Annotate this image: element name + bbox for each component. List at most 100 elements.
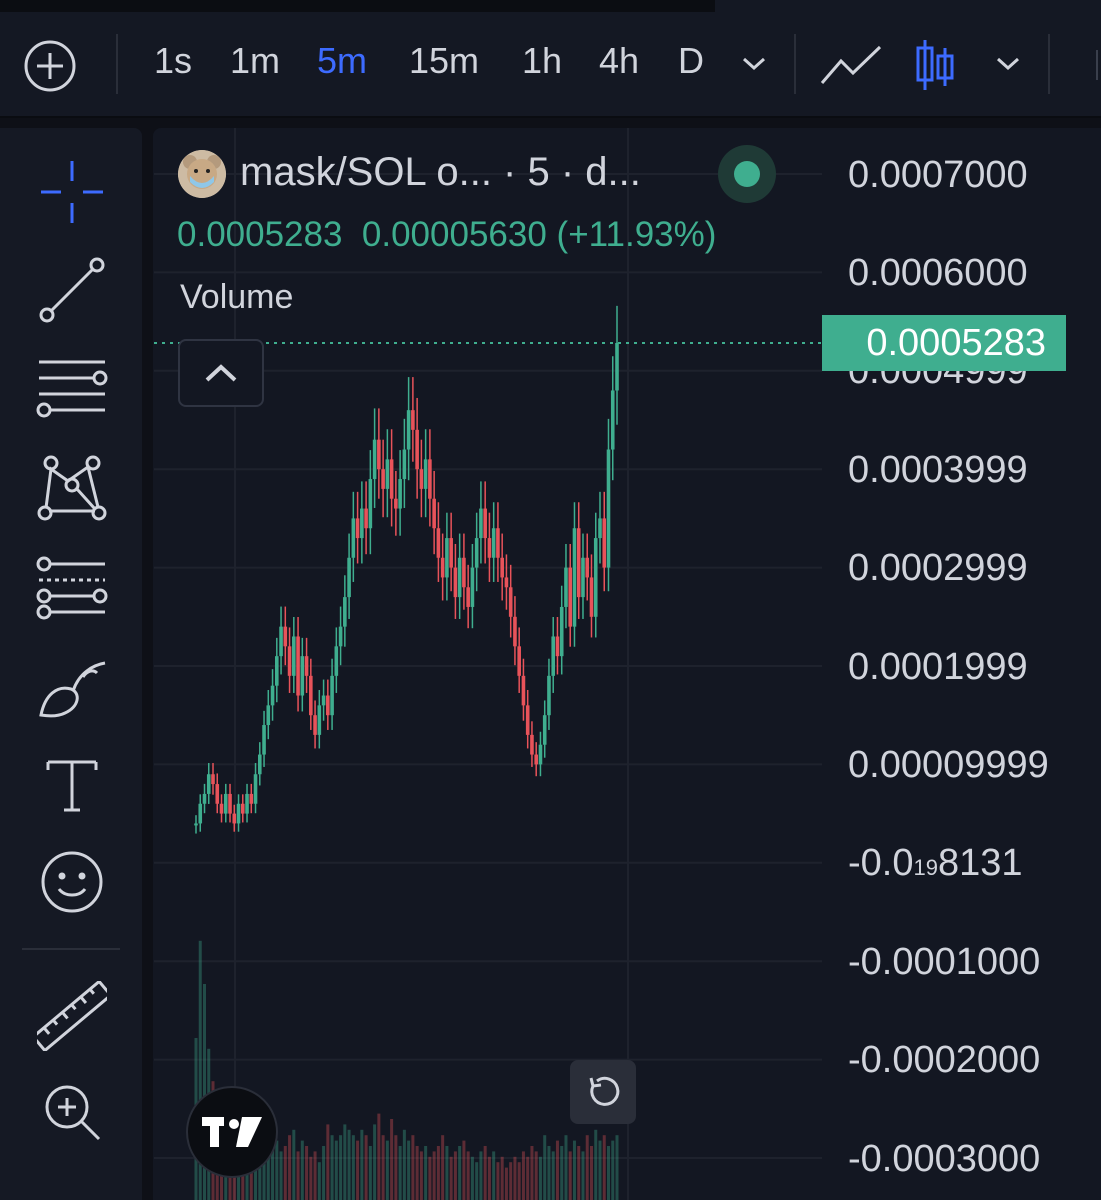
volume-bar bbox=[424, 1146, 428, 1200]
candle-body bbox=[593, 538, 598, 617]
candle-body bbox=[317, 705, 322, 735]
candle-body bbox=[445, 538, 449, 578]
volume-bar bbox=[445, 1146, 449, 1200]
candle-body bbox=[602, 518, 607, 568]
volume-bar bbox=[334, 1140, 338, 1200]
market-status-indicator[interactable] bbox=[718, 145, 776, 203]
candle-body bbox=[559, 606, 564, 657]
volume-bar bbox=[326, 1124, 330, 1200]
candle-body bbox=[296, 636, 300, 696]
candle-body bbox=[389, 459, 394, 499]
candle-body bbox=[568, 567, 573, 627]
candle-body bbox=[274, 656, 279, 686]
candle-body bbox=[551, 636, 556, 676]
symbol-title[interactable]: mask/SOL o... · 5 · d... bbox=[240, 150, 641, 195]
volume-bar bbox=[470, 1156, 474, 1200]
price-axis-label: -0.0003000 bbox=[848, 1138, 1041, 1180]
candle-body bbox=[581, 557, 585, 598]
axis-label-prefix: -0.0 bbox=[848, 842, 914, 884]
volume-bar bbox=[317, 1162, 321, 1200]
token-avatar bbox=[178, 150, 226, 198]
candle-body bbox=[194, 823, 198, 826]
candle-body bbox=[547, 675, 551, 716]
volume-bar bbox=[577, 1146, 581, 1200]
volume-bar bbox=[275, 1140, 279, 1200]
candle-body bbox=[334, 646, 339, 676]
collapse-legend-button[interactable] bbox=[178, 339, 264, 407]
candle-body bbox=[398, 479, 402, 509]
candle-body bbox=[300, 656, 305, 696]
volume-bar bbox=[513, 1156, 517, 1200]
candle-body bbox=[598, 518, 602, 539]
volume-bar bbox=[296, 1151, 300, 1200]
candle-body bbox=[436, 528, 441, 558]
volume-bar bbox=[385, 1140, 389, 1200]
candle-body bbox=[517, 646, 521, 676]
volume-bar bbox=[283, 1146, 287, 1200]
volume-bar bbox=[611, 1140, 615, 1200]
volume-bar bbox=[475, 1162, 479, 1200]
candle-body bbox=[326, 695, 330, 716]
candle-body bbox=[240, 803, 245, 814]
candle-body bbox=[406, 410, 411, 450]
volume-bar bbox=[305, 1146, 309, 1200]
volume-bar bbox=[530, 1146, 534, 1200]
volume-bar bbox=[585, 1135, 589, 1200]
candle-body bbox=[394, 498, 398, 509]
candle-body bbox=[262, 725, 266, 755]
volume-bar bbox=[351, 1135, 355, 1200]
volume-label: Volume bbox=[180, 278, 294, 316]
candle-body bbox=[202, 793, 207, 804]
volume-bar bbox=[347, 1129, 351, 1200]
candle-body bbox=[474, 538, 479, 568]
candle-body bbox=[355, 518, 360, 539]
volume-bar bbox=[364, 1135, 368, 1200]
volume-bar bbox=[313, 1151, 317, 1200]
price-axis-label: -0.0001000 bbox=[848, 941, 1041, 983]
volume-bar bbox=[441, 1135, 445, 1200]
candle-body bbox=[428, 459, 432, 499]
volume-bar bbox=[602, 1135, 606, 1200]
candle-body bbox=[211, 774, 215, 785]
candle-body bbox=[338, 626, 343, 647]
volume-bar bbox=[564, 1135, 568, 1200]
candle-body bbox=[223, 793, 228, 814]
candle-body bbox=[347, 557, 351, 598]
volume-bar bbox=[279, 1151, 283, 1200]
candle-body bbox=[228, 793, 232, 814]
volume-bar bbox=[398, 1146, 402, 1200]
volume-bar bbox=[292, 1129, 296, 1200]
volume-bar bbox=[453, 1151, 457, 1200]
tradingview-logo[interactable] bbox=[186, 1086, 278, 1178]
volume-bar bbox=[538, 1156, 542, 1200]
volume-bar bbox=[322, 1146, 326, 1200]
volume-bar bbox=[487, 1156, 491, 1200]
volume-bar bbox=[589, 1146, 593, 1200]
volume-bar bbox=[555, 1140, 559, 1200]
candle-body bbox=[457, 557, 462, 598]
candle-body bbox=[564, 567, 568, 607]
volume-bar bbox=[458, 1146, 462, 1200]
volume-bar bbox=[377, 1113, 381, 1200]
volume-bar bbox=[568, 1151, 572, 1200]
volume-bar bbox=[330, 1135, 334, 1200]
volume-bar bbox=[479, 1151, 483, 1200]
last-price-tag: 0.0005283 bbox=[822, 315, 1066, 371]
chevron-up-icon bbox=[205, 364, 237, 382]
volume-bar bbox=[394, 1135, 398, 1200]
reset-chart-button[interactable] bbox=[570, 1060, 636, 1124]
price-axis-label: 0.00009999 bbox=[848, 744, 1049, 786]
candle-body bbox=[215, 784, 220, 804]
candle-body bbox=[232, 813, 237, 824]
volume-bar bbox=[381, 1135, 385, 1200]
candle-body bbox=[576, 528, 581, 598]
volume-bar bbox=[509, 1162, 513, 1200]
candle-body bbox=[496, 528, 500, 558]
candle-body bbox=[508, 587, 513, 617]
price-axis-label: 0.0007000 bbox=[848, 154, 1028, 196]
candle-body bbox=[555, 636, 560, 657]
candle-body bbox=[440, 557, 445, 578]
candle-body bbox=[610, 390, 615, 450]
volume-bar bbox=[581, 1151, 585, 1200]
candle-body bbox=[589, 577, 594, 617]
